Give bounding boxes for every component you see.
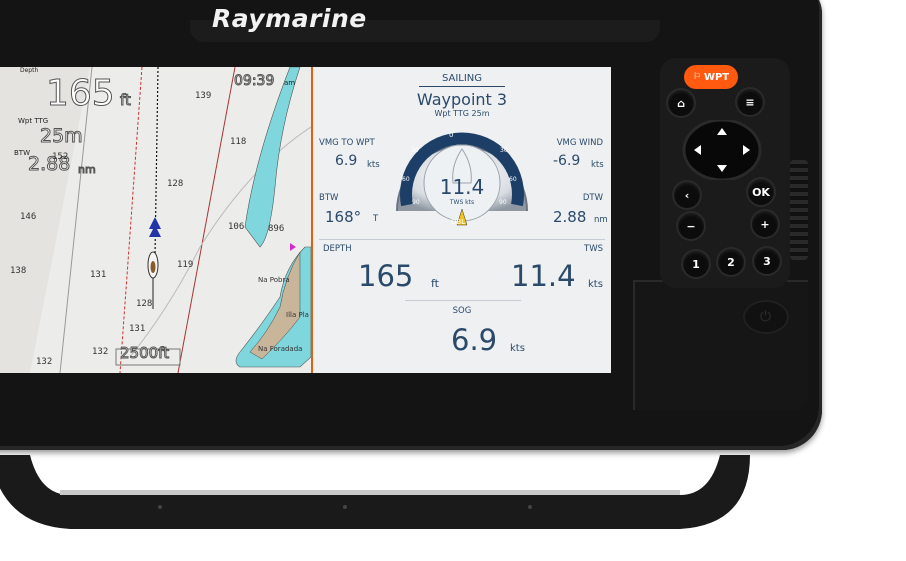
menu-icon: ≡ — [745, 95, 755, 109]
chart-depth-unit: ft — [120, 91, 132, 110]
sounding: 152 — [52, 152, 69, 162]
back-icon: ‹ — [684, 188, 690, 202]
shortcut-button-1[interactable]: 1 — [683, 251, 709, 277]
side-panel — [633, 280, 808, 410]
sounding: 132 — [36, 357, 53, 367]
dashboard-mode-title: SAILING — [441, 73, 483, 84]
gauge-bottom-label: DBL — [451, 218, 466, 226]
sounding: 146 — [20, 212, 37, 222]
home-icon: ⌂ — [677, 96, 685, 110]
place-name: Na Foradada — [258, 345, 303, 353]
minus-icon: − — [686, 219, 696, 233]
divider — [405, 300, 521, 301]
depth-value: 165 — [358, 259, 414, 293]
directional-pad[interactable] — [682, 120, 762, 180]
vmg-to-wpt-label: VMG TO WPT — [319, 138, 375, 148]
sounding: 139 — [195, 91, 212, 101]
sounding: 128 — [167, 179, 184, 189]
zoom-in-button[interactable]: + — [752, 211, 778, 237]
sounding: 131 — [90, 270, 107, 280]
display-screen: 165 ft 09:39 am Depth Wpt TTG 25m BTW 2.… — [0, 67, 611, 373]
button-2-label: 2 — [727, 255, 735, 269]
place-name: Na Pobra — [258, 276, 290, 284]
sounding: 131 — [129, 324, 146, 334]
waypoint-ttg: Wpt TTG 25m — [434, 109, 490, 118]
gauge-center-value: 11.4 — [439, 175, 485, 199]
flag-icon: ⚐ — [692, 72, 701, 82]
gauge-tick: 30 — [411, 147, 419, 154]
chart-wpt-ttg-label: Wpt TTG — [18, 117, 49, 125]
vmg-to-wpt-value: 6.9 — [335, 153, 358, 169]
button-keypad: ⚐ WPT ⌂ ≡ ‹ OK − + 1 2 3 — [660, 58, 790, 288]
rotary-knob[interactable] — [790, 160, 808, 260]
btw-unit: T — [373, 214, 379, 224]
sog-value: 6.9 — [451, 323, 498, 357]
sog-unit: kts — [510, 343, 525, 354]
wpt-label: WPT — [703, 71, 730, 83]
chart-wpt-ttg-value: 25m — [40, 125, 84, 148]
chart-depth-value: 165 — [46, 73, 116, 115]
chart-clock: 09:39 — [233, 73, 275, 90]
sounding: 896 — [268, 224, 285, 234]
sounding: 132 — [92, 347, 109, 357]
place-name: Illa Pla — [286, 311, 309, 319]
sounding: 138 — [10, 266, 27, 276]
power-button[interactable]: ⏻ — [743, 300, 789, 334]
button-1-label: 1 — [692, 257, 700, 271]
gauge-tick: 0 — [449, 131, 454, 139]
tws-value: 11.4 — [511, 259, 576, 293]
vmg-to-wpt-unit: kts — [367, 160, 380, 170]
vmg-wind-label: VMG WIND — [556, 138, 603, 148]
button-3-label: 3 — [763, 254, 771, 268]
dtw-value: 2.88 — [553, 208, 587, 226]
power-icon: ⏻ — [760, 308, 772, 324]
sog-label: SOG — [452, 306, 472, 316]
depth-unit: ft — [431, 277, 439, 290]
sounding: 106 — [228, 222, 245, 232]
brand-logo: Raymarine — [212, 4, 367, 33]
chart-clock-suffix: am — [284, 79, 296, 87]
home-button[interactable]: ⌂ — [668, 90, 694, 116]
title-underline — [419, 86, 505, 87]
chart-pane[interactable]: 165 ft 09:39 am Depth Wpt TTG 25m BTW 2.… — [0, 67, 313, 373]
wpt-button[interactable]: ⚐ WPT — [684, 65, 738, 89]
divider — [319, 239, 605, 240]
back-button[interactable]: ‹ — [674, 182, 700, 208]
sounding: 118 — [230, 137, 247, 147]
btw-value: 168° — [325, 208, 362, 226]
ok-label: OK — [752, 185, 770, 199]
dtw-unit: nm — [594, 215, 608, 225]
vmg-wind-unit: kts — [591, 160, 604, 170]
ok-button[interactable]: OK — [748, 179, 774, 205]
sounding: 128 — [136, 299, 153, 309]
tws-label: TWS — [584, 244, 603, 254]
mounting-bracket — [0, 455, 750, 529]
shortcut-button-3[interactable]: 3 — [754, 248, 780, 274]
shortcut-button-2[interactable]: 2 — [718, 249, 744, 275]
waypoint-name: Waypoint 3 — [416, 90, 508, 109]
chart-depth-label: Depth — [20, 67, 39, 74]
chart-scale-bar: 2500ft — [119, 344, 170, 363]
gauge-tick: 30 — [500, 147, 508, 154]
plus-icon: + — [760, 217, 770, 231]
zoom-out-button[interactable]: − — [678, 213, 704, 239]
menu-button[interactable]: ≡ — [737, 89, 763, 115]
tws-unit: kts — [588, 279, 603, 290]
sailing-dashboard[interactable]: SAILING Waypoint 3 Wpt TTG 25m VMG TO WP… — [313, 67, 611, 373]
sounding: 119 — [177, 260, 194, 270]
gauge-center-unit: TWS kts — [449, 199, 475, 206]
vmg-wind-value: -6.9 — [553, 153, 581, 169]
chart-dtw-unit: nm — [78, 163, 97, 177]
depth-label: DEPTH — [323, 244, 352, 254]
